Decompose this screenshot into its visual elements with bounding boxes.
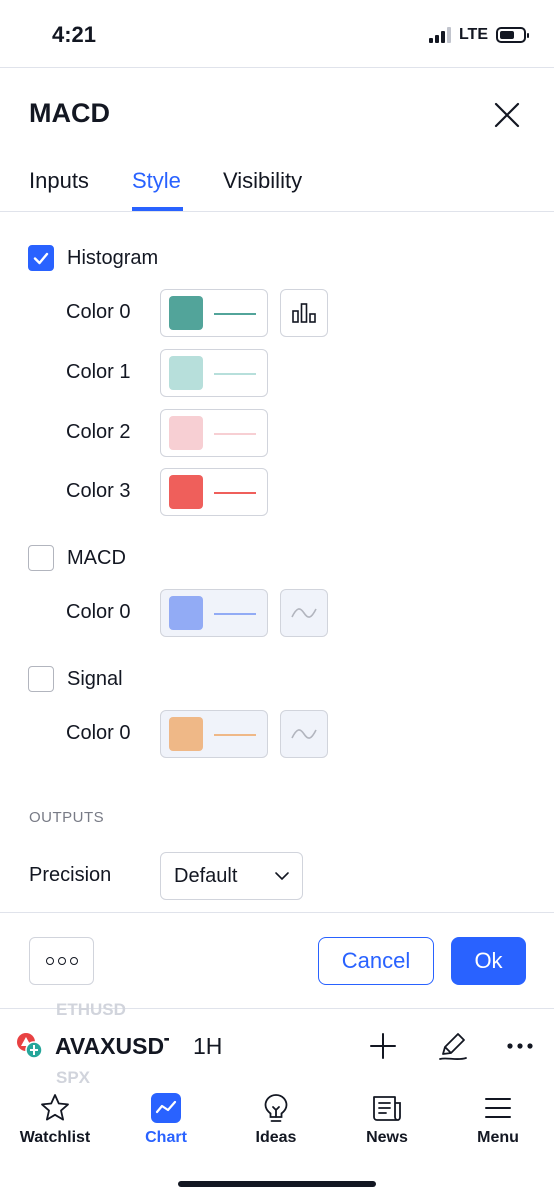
- ok-button[interactable]: Ok: [451, 937, 526, 985]
- line-preview: [214, 734, 256, 736]
- cancel-button[interactable]: Cancel: [318, 937, 434, 985]
- tab-bar: Inputs Style Visibility: [0, 160, 554, 212]
- line-preview: [214, 433, 256, 435]
- line-preview: [214, 613, 256, 615]
- signal-line-style-icon[interactable]: [280, 710, 328, 758]
- nav-label: Watchlist: [19, 1129, 91, 1146]
- precision-select[interactable]: Default: [160, 852, 303, 900]
- signal-toggle[interactable]: Signal: [28, 666, 123, 692]
- tab-visibility[interactable]: Visibility: [223, 168, 302, 194]
- histogram-checkbox[interactable]: [28, 245, 54, 271]
- star-icon: [39, 1092, 71, 1124]
- line-preview: [214, 492, 256, 494]
- precision-value: Default: [174, 864, 238, 887]
- signal-checkbox[interactable]: [28, 666, 54, 692]
- outputs-heading: OUTPUTS: [29, 809, 105, 826]
- line-preview: [214, 373, 256, 375]
- color-swatch: [169, 296, 203, 330]
- color-swatch: [169, 356, 203, 390]
- color-swatch: [169, 475, 203, 509]
- precision-label: Precision: [29, 864, 112, 886]
- macd-color-0-label: Color 0: [66, 601, 131, 623]
- nav-ideas[interactable]: Ideas: [231, 1092, 321, 1147]
- close-icon[interactable]: [490, 98, 524, 132]
- histogram-color-1-label: Color 1: [66, 361, 131, 383]
- symbol-name[interactable]: AVAXUSDT: [55, 1033, 169, 1060]
- chevron-down-icon: [275, 872, 289, 881]
- signal-icon: [428, 27, 451, 43]
- histogram-color-3-label: Color 3: [66, 480, 131, 502]
- chart-icon: [150, 1092, 182, 1124]
- status-bar: 4:21 LTE: [0, 0, 554, 68]
- histogram-color-2-picker[interactable]: [160, 409, 268, 457]
- status-time: 4:21: [52, 22, 97, 47]
- macd-toggle[interactable]: MACD: [28, 545, 126, 571]
- histogram-color-2-label: Color 2: [66, 421, 131, 443]
- more-options-button[interactable]: [29, 937, 94, 985]
- macd-label: MACD: [67, 546, 126, 569]
- nav-label: Ideas: [255, 1129, 297, 1146]
- active-tab-indicator: [132, 207, 183, 211]
- signal-label: Signal: [67, 667, 123, 690]
- dialog-title: MACD: [29, 98, 110, 128]
- status-indicators: LTE: [428, 26, 529, 44]
- nav-watchlist[interactable]: Watchlist: [10, 1092, 100, 1147]
- histogram-label: Histogram: [67, 246, 159, 269]
- nav-label: Menu: [477, 1129, 519, 1146]
- signal-color-0-picker[interactable]: [160, 710, 268, 758]
- tab-inputs[interactable]: Inputs: [29, 168, 89, 194]
- color-swatch: [169, 416, 203, 450]
- line-preview: [214, 313, 256, 315]
- battery-icon: [496, 27, 529, 43]
- network-label: LTE: [458, 26, 488, 43]
- footer-divider: [0, 912, 554, 913]
- macd-color-0-picker[interactable]: [160, 589, 268, 637]
- nav-chart[interactable]: Chart: [121, 1092, 211, 1147]
- histogram-color-0-picker[interactable]: [160, 289, 268, 337]
- home-indicator: [178, 1181, 376, 1187]
- drawing-pen-icon[interactable]: [437, 1030, 469, 1062]
- nav-label: Chart: [145, 1129, 187, 1146]
- histogram-color-3-picker[interactable]: [160, 468, 268, 516]
- nav-menu[interactable]: Menu: [453, 1092, 543, 1147]
- more-options-icon: [45, 957, 54, 965]
- news-icon: [371, 1092, 403, 1124]
- histogram-color-0-label: Color 0: [66, 301, 131, 323]
- interval-button[interactable]: 1H: [193, 1033, 222, 1060]
- macd-checkbox[interactable]: [28, 545, 54, 571]
- signal-color-0-label: Color 0: [66, 722, 131, 744]
- lightbulb-icon: [260, 1092, 292, 1124]
- symbol-logo-icon: [17, 1033, 43, 1059]
- nav-label: News: [366, 1129, 408, 1146]
- histogram-color-1-picker[interactable]: [160, 349, 268, 397]
- histogram-toggle[interactable]: Histogram: [28, 245, 158, 271]
- color-swatch: [169, 596, 203, 630]
- macd-line-style-icon[interactable]: [280, 589, 328, 637]
- tab-style[interactable]: Style: [132, 168, 181, 194]
- histogram-columns-icon[interactable]: [280, 289, 328, 337]
- menu-icon: [482, 1092, 514, 1124]
- checkmark-icon: [33, 252, 49, 265]
- nav-news[interactable]: News: [342, 1092, 432, 1147]
- ghost-symbol-above: ETHUSD: [56, 1000, 126, 1019]
- add-icon[interactable]: [367, 1030, 399, 1062]
- more-icon[interactable]: [504, 1030, 536, 1062]
- ghost-symbol-below: SPX: [56, 1068, 91, 1087]
- color-swatch: [169, 717, 203, 751]
